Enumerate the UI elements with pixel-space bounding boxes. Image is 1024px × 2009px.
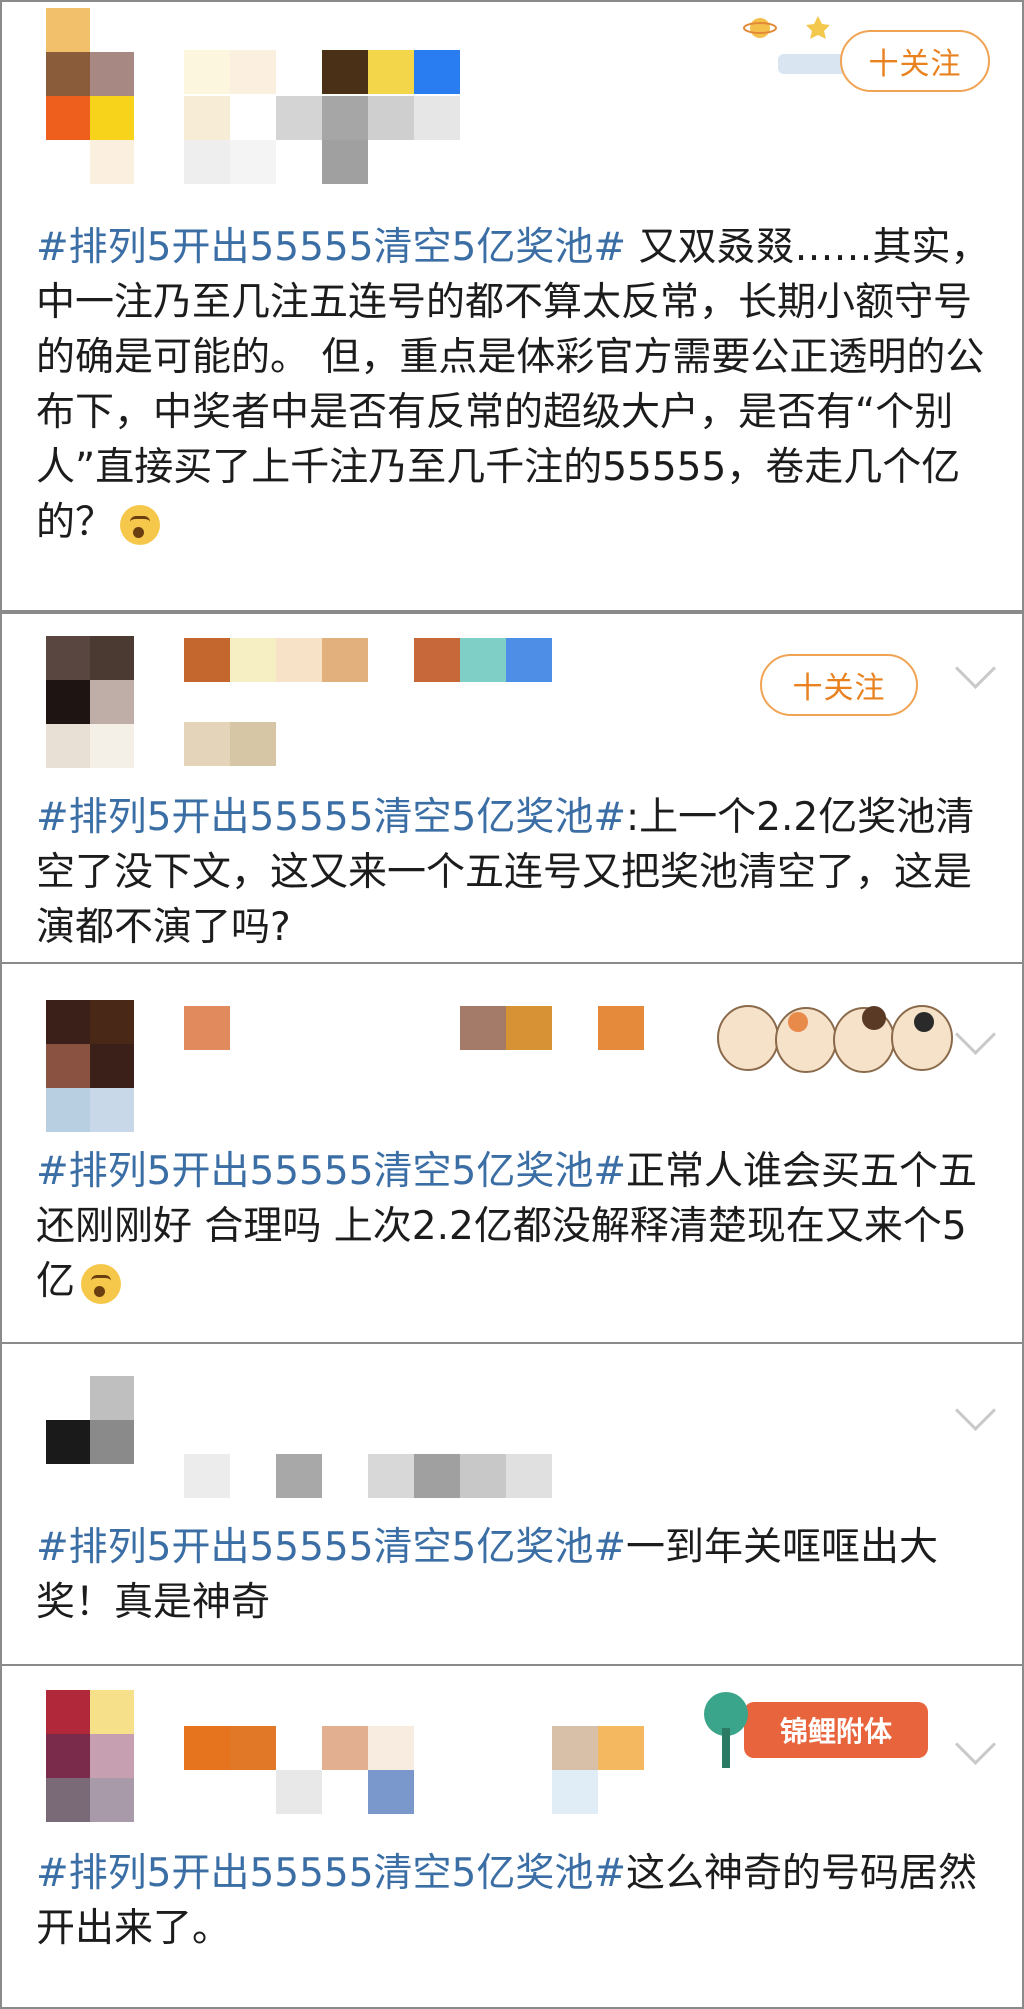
comment-text: #排列5开出55555清空5亿奖池#一到年关哐哐出大奖！真是神奇 xyxy=(36,1520,992,1630)
chevron-down-icon[interactable] xyxy=(954,1389,997,1432)
avatar[interactable] xyxy=(46,1376,134,1464)
thinking-emoji xyxy=(81,1263,122,1304)
chevron-down-icon[interactable] xyxy=(954,1723,997,1766)
follow-button[interactable]: 十关注 xyxy=(760,654,918,716)
hashtag-link[interactable]: #排列5开出55555清空5亿奖池# xyxy=(36,1851,626,1896)
hashtag-link[interactable]: #排列5开出55555清空5亿奖池# xyxy=(36,1149,626,1194)
comment-text: #排列5开出55555清空5亿奖池# 又双叒叕……其实，中一注乃至几注五连号的都… xyxy=(36,220,992,550)
koi-badge: 锦鲤附体 xyxy=(744,1702,928,1758)
comment-card: 十关注 #排列5开出55555清空5亿奖池#:上一个2.2亿奖池清空了没下文，这… xyxy=(0,612,1024,964)
comment-body: 又双叒叕……其实，中一注乃至几注五连号的都不算太反常，长期小额守号的确是可能的。… xyxy=(36,225,990,545)
sticker-decoration xyxy=(717,1005,953,1073)
meta-blurred xyxy=(184,140,368,184)
username-blurred[interactable] xyxy=(184,1006,644,1050)
sticker-decoration xyxy=(743,16,848,74)
comment-feed: 十关注 #排列5开出55555清空5亿奖池# 又双叒叕……其实，中一注乃至几注五… xyxy=(0,0,1024,2009)
sticker-decoration xyxy=(704,1692,748,1768)
comment-text: #排列5开出55555清空5亿奖池#这么神奇的号码居然开出来了。 xyxy=(36,1846,992,1956)
thinking-emoji xyxy=(120,504,161,545)
chevron-down-icon[interactable] xyxy=(954,647,997,690)
avatar[interactable] xyxy=(46,1000,134,1132)
username-blurred[interactable] xyxy=(184,1726,644,1770)
chevron-down-icon[interactable] xyxy=(954,1013,997,1056)
comment-card: 十关注 #排列5开出55555清空5亿奖池# 又双叒叕……其实，中一注乃至几注五… xyxy=(0,0,1024,612)
comment-text: #排列5开出55555清空5亿奖池#:上一个2.2亿奖池清空了没下文，这又来一个… xyxy=(36,790,992,955)
follow-button[interactable]: 十关注 xyxy=(840,30,990,92)
avatar[interactable] xyxy=(46,636,134,768)
username-blurred[interactable] xyxy=(184,1454,552,1498)
comment-card: #排列5开出55555清空5亿奖池#正常人谁会买五个五 还刚刚好 合理吗 上次2… xyxy=(0,962,1024,1344)
username-blurred[interactable] xyxy=(184,638,552,682)
meta-blurred xyxy=(184,1770,598,1814)
comment-card: #排列5开出55555清空5亿奖池#一到年关哐哐出大奖！真是神奇 xyxy=(0,1342,1024,1666)
comment-card: 锦鲤附体 #排列5开出55555清空5亿奖池#这么神奇的号码居然开出来了。 xyxy=(0,1664,1024,2009)
hashtag-link[interactable]: #排列5开出55555清空5亿奖池# xyxy=(36,1525,626,1570)
avatar[interactable] xyxy=(46,8,134,184)
comment-text: #排列5开出55555清空5亿奖池#正常人谁会买五个五 还刚刚好 合理吗 上次2… xyxy=(36,1144,992,1309)
meta-blurred xyxy=(184,722,276,766)
username-blurred[interactable] xyxy=(184,50,460,94)
avatar[interactable] xyxy=(46,1690,134,1822)
meta-blurred xyxy=(184,96,460,140)
hashtag-link[interactable]: #排列5开出55555清空5亿奖池# xyxy=(36,795,626,840)
hashtag-link[interactable]: #排列5开出55555清空5亿奖池# xyxy=(36,225,626,270)
